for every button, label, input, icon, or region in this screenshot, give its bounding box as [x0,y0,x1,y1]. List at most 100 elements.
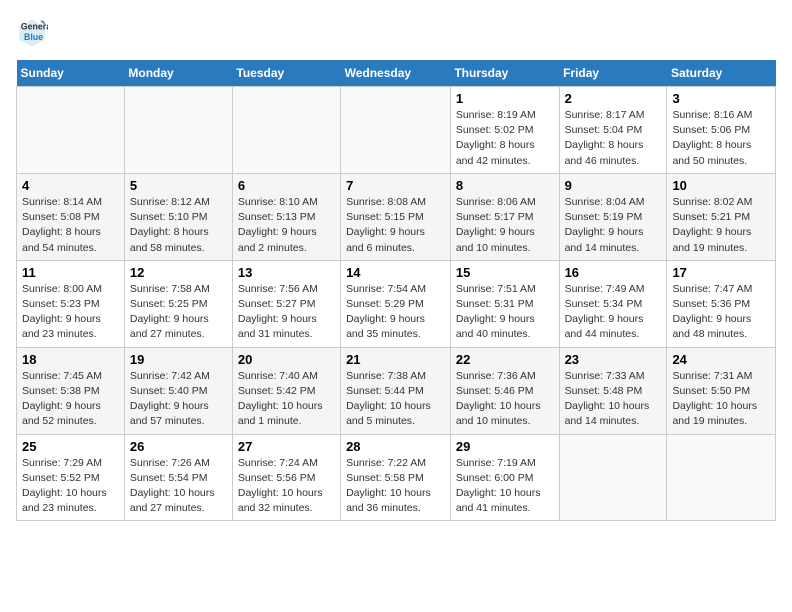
cell-info: Sunrise: 8:00 AM Sunset: 5:23 PM Dayligh… [22,282,119,343]
day-number: 12 [130,265,227,280]
day-number: 6 [238,178,335,193]
col-header-thursday: Thursday [450,60,559,87]
cell-info: Sunrise: 7:54 AM Sunset: 5:29 PM Dayligh… [346,282,445,343]
col-header-friday: Friday [559,60,667,87]
day-number: 8 [456,178,554,193]
cell-info: Sunrise: 7:38 AM Sunset: 5:44 PM Dayligh… [346,369,445,430]
day-number: 28 [346,439,445,454]
day-number: 24 [672,352,770,367]
day-number: 27 [238,439,335,454]
day-number: 3 [672,91,770,106]
calendar-cell: 17Sunrise: 7:47 AM Sunset: 5:36 PM Dayli… [667,260,776,347]
week-row-2: 11 Sunrise: 8:00 AM Sunset: 5:23 PM Dayli… [17,260,776,347]
cell-info: Sunrise: 8:04 AM Sunset: 5:19 PM Dayligh… [565,195,662,256]
cell-info: Sunrise: 7:58 AM Sunset: 5:25 PM Dayligh… [130,282,227,343]
day-number: 18 [22,352,119,367]
day-number: 4 [22,178,119,193]
day-number: 17 [672,265,770,280]
week-row-4: 25 Sunrise: 7:29 AM Sunset: 5:52 PM Dayli… [17,434,776,521]
calendar-cell: 14 Sunrise: 7:54 AM Sunset: 5:29 PM Dayli… [341,260,451,347]
calendar-cell: 3 Sunrise: 8:16 AM Sunset: 5:06 PM Daylig… [667,87,776,174]
calendar-cell: 19 Sunrise: 7:42 AM Sunset: 5:40 PM Dayli… [124,347,232,434]
cell-info: Sunrise: 8:17 AM Sunset: 5:04 PM Dayligh… [565,108,662,169]
calendar-cell [341,87,451,174]
cell-info: Sunrise: 8:12 AM Sunset: 5:10 PM Dayligh… [130,195,227,256]
day-number: 20 [238,352,335,367]
cell-info: Sunrise: 7:49 AM Sunset: 5:34 PM Dayligh… [565,282,662,343]
cell-info: Sunrise: 7:19 AM Sunset: 6:00 PM Dayligh… [456,456,554,517]
calendar-cell [17,87,125,174]
cell-info: Sunrise: 7:24 AM Sunset: 5:56 PM Dayligh… [238,456,335,517]
cell-info: Sunrise: 7:22 AM Sunset: 5:58 PM Dayligh… [346,456,445,517]
calendar-cell [232,87,340,174]
calendar-cell: 22 Sunrise: 7:36 AM Sunset: 5:46 PM Dayli… [450,347,559,434]
day-number: 13 [238,265,335,280]
cell-info: Sunrise: 8:19 AM Sunset: 5:02 PM Dayligh… [456,108,554,169]
cell-info: Sunrise: 7:26 AM Sunset: 5:54 PM Dayligh… [130,456,227,517]
calendar-cell: 13Sunrise: 7:56 AM Sunset: 5:27 PM Dayli… [232,260,340,347]
cell-info: Sunrise: 7:31 AM Sunset: 5:50 PM Dayligh… [672,369,770,430]
day-number: 25 [22,439,119,454]
cell-info: Sunrise: 8:14 AM Sunset: 5:08 PM Dayligh… [22,195,119,256]
cell-info: Sunrise: 8:10 AM Sunset: 5:13 PM Dayligh… [238,195,335,256]
calendar-cell: 15 Sunrise: 7:51 AM Sunset: 5:31 PM Dayli… [450,260,559,347]
day-number: 21 [346,352,445,367]
calendar-table: SundayMondayTuesdayWednesdayThursdayFrid… [16,60,776,521]
calendar-cell: 8Sunrise: 8:06 AM Sunset: 5:17 PM Daylig… [450,173,559,260]
calendar-cell: 29 Sunrise: 7:19 AM Sunset: 6:00 PM Dayli… [450,434,559,521]
calendar-cell: 12 Sunrise: 7:58 AM Sunset: 5:25 PM Dayli… [124,260,232,347]
calendar-cell: 26 Sunrise: 7:26 AM Sunset: 5:54 PM Dayli… [124,434,232,521]
calendar-cell: 10 Sunrise: 8:02 AM Sunset: 5:21 PM Dayli… [667,173,776,260]
calendar-cell: 2 Sunrise: 8:17 AM Sunset: 5:04 PM Daylig… [559,87,667,174]
calendar-cell: 25 Sunrise: 7:29 AM Sunset: 5:52 PM Dayli… [17,434,125,521]
calendar-cell: 9 Sunrise: 8:04 AM Sunset: 5:19 PM Daylig… [559,173,667,260]
week-row-3: 18 Sunrise: 7:45 AM Sunset: 5:38 PM Dayli… [17,347,776,434]
day-number: 1 [456,91,554,106]
logo: General Blue [16,16,52,48]
cell-info: Sunrise: 7:45 AM Sunset: 5:38 PM Dayligh… [22,369,119,430]
cell-info: Sunrise: 7:33 AM Sunset: 5:48 PM Dayligh… [565,369,662,430]
col-header-sunday: Sunday [17,60,125,87]
col-header-saturday: Saturday [667,60,776,87]
day-number: 5 [130,178,227,193]
day-number: 19 [130,352,227,367]
col-header-wednesday: Wednesday [341,60,451,87]
day-number: 15 [456,265,554,280]
day-number: 10 [672,178,770,193]
calendar-cell [559,434,667,521]
day-number: 16 [565,265,662,280]
day-number: 22 [456,352,554,367]
cell-info: Sunrise: 7:36 AM Sunset: 5:46 PM Dayligh… [456,369,554,430]
calendar-cell: 1 Sunrise: 8:19 AM Sunset: 5:02 PM Daylig… [450,87,559,174]
day-number: 23 [565,352,662,367]
calendar-cell [124,87,232,174]
calendar-cell: 28 Sunrise: 7:22 AM Sunset: 5:58 PM Dayli… [341,434,451,521]
day-number: 14 [346,265,445,280]
calendar-cell: 20 Sunrise: 7:40 AM Sunset: 5:42 PM Dayli… [232,347,340,434]
calendar-cell: 21 Sunrise: 7:38 AM Sunset: 5:44 PM Dayli… [341,347,451,434]
day-number: 26 [130,439,227,454]
cell-info: Sunrise: 7:29 AM Sunset: 5:52 PM Dayligh… [22,456,119,517]
calendar-cell: 18 Sunrise: 7:45 AM Sunset: 5:38 PM Dayli… [17,347,125,434]
day-number: 9 [565,178,662,193]
week-row-0: 1 Sunrise: 8:19 AM Sunset: 5:02 PM Daylig… [17,87,776,174]
calendar-cell: 6 Sunrise: 8:10 AM Sunset: 5:13 PM Daylig… [232,173,340,260]
day-number: 11 [22,265,119,280]
day-number: 7 [346,178,445,193]
page-header: General Blue [16,16,776,48]
calendar-cell: 24 Sunrise: 7:31 AM Sunset: 5:50 PM Dayli… [667,347,776,434]
calendar-cell: 27 Sunrise: 7:24 AM Sunset: 5:56 PM Dayli… [232,434,340,521]
header-row: SundayMondayTuesdayWednesdayThursdayFrid… [17,60,776,87]
day-number: 29 [456,439,554,454]
logo-icon: General Blue [16,16,48,48]
cell-info: Sunrise: 7:40 AM Sunset: 5:42 PM Dayligh… [238,369,335,430]
cell-info: Sunrise: 8:02 AM Sunset: 5:21 PM Dayligh… [672,195,770,256]
cell-info: Sunrise: 7:51 AM Sunset: 5:31 PM Dayligh… [456,282,554,343]
day-number: 2 [565,91,662,106]
calendar-cell: 4 Sunrise: 8:14 AM Sunset: 5:08 PM Daylig… [17,173,125,260]
calendar-cell: 11 Sunrise: 8:00 AM Sunset: 5:23 PM Dayli… [17,260,125,347]
cell-info: Sunrise: 8:16 AM Sunset: 5:06 PM Dayligh… [672,108,770,169]
col-header-monday: Monday [124,60,232,87]
cell-info: Sunrise: 7:42 AM Sunset: 5:40 PM Dayligh… [130,369,227,430]
svg-text:Blue: Blue [24,32,43,42]
